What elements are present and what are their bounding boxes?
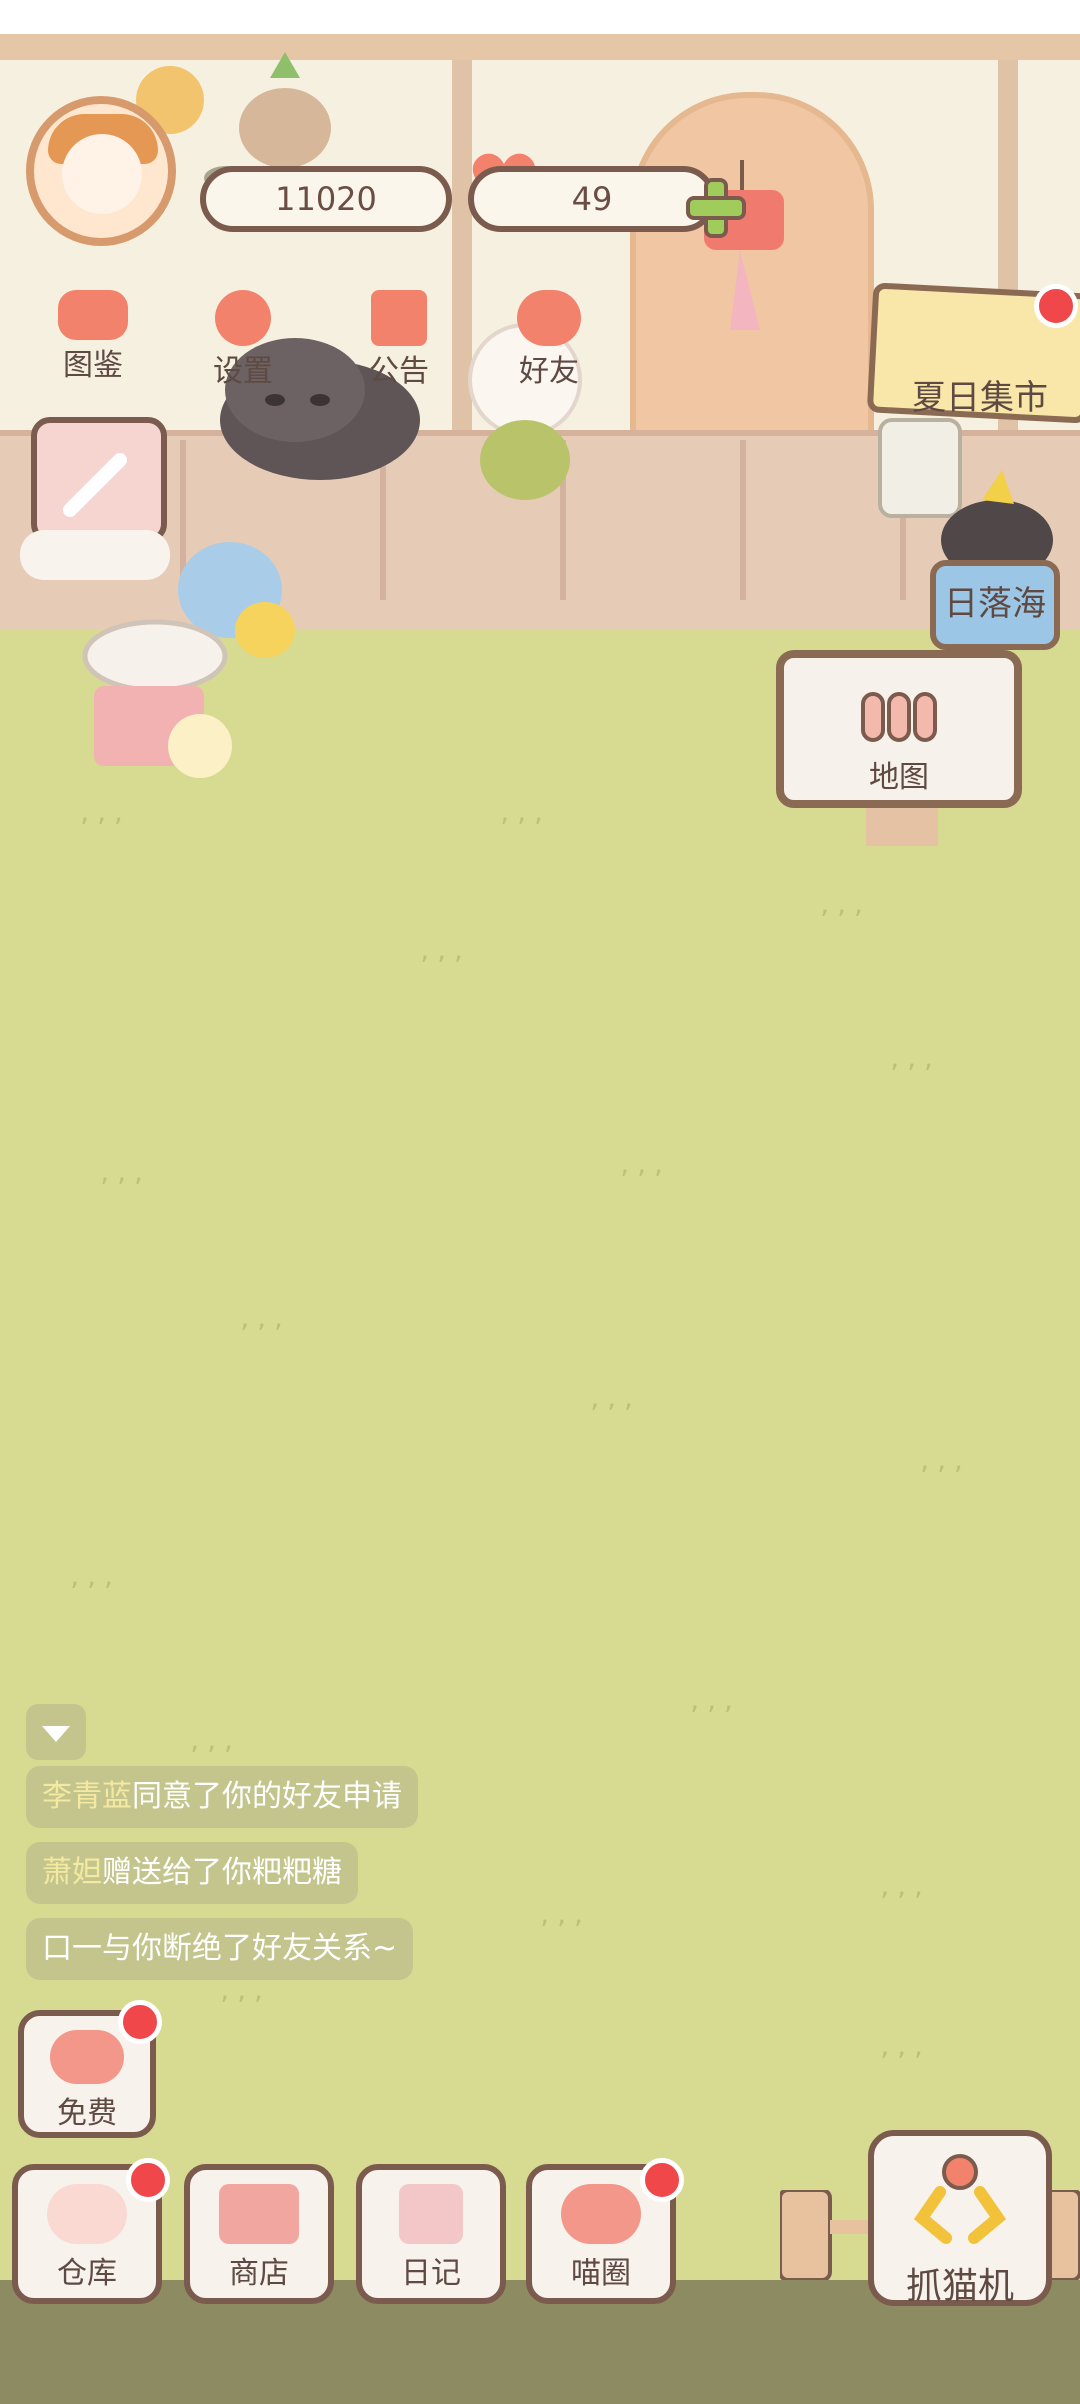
message-text: 口一与你断绝了好友关系~ bbox=[42, 1931, 398, 1966]
heart-count: 49 bbox=[571, 180, 613, 218]
grass-tuft: ʼʼʼ bbox=[920, 1460, 971, 1493]
grass-tuft: ʼʼʼ bbox=[420, 950, 471, 983]
menu-notice-button[interactable]: 公告 bbox=[344, 284, 454, 394]
grass-tuft: ʼʼʼ bbox=[500, 812, 551, 845]
grass-tuft: ʼʼʼ bbox=[620, 1164, 671, 1197]
heart-counter: 49 bbox=[468, 166, 716, 232]
claw-icon bbox=[913, 2154, 1007, 2244]
grass-tuft: ʼʼʼ bbox=[690, 1700, 741, 1733]
grass-tuft: ʼʼʼ bbox=[80, 812, 131, 845]
menu-label: 公告 bbox=[369, 354, 429, 389]
free-notification-badge bbox=[118, 2000, 162, 2044]
warehouse-notification-badge bbox=[126, 2158, 170, 2202]
diary-icon bbox=[399, 2184, 463, 2244]
grass-tuft: ʼʼʼ bbox=[240, 1318, 291, 1351]
map-label: 地图 bbox=[869, 760, 929, 795]
map-signboard[interactable]: 地图 bbox=[776, 650, 1022, 808]
grass-tuft: ʼʼʼ bbox=[890, 1058, 941, 1091]
grass-field bbox=[0, 630, 1080, 2290]
grass-tuft: ʼʼʼ bbox=[880, 2046, 931, 2079]
claw-machine-label: 抓猫机 bbox=[905, 2266, 1014, 2307]
fish-counter: 11020 bbox=[200, 166, 452, 232]
feed-collapse-button[interactable] bbox=[26, 1704, 86, 1760]
cat-circle-notification-badge bbox=[640, 2158, 684, 2202]
map-icon bbox=[861, 692, 937, 742]
feed-message: 李青蓝同意了你的好友申请 bbox=[26, 1766, 418, 1828]
menu-label: 图鉴 bbox=[63, 348, 123, 383]
chevron-down-icon bbox=[42, 1726, 70, 1742]
gift-icon bbox=[371, 290, 427, 346]
free-label: 免费 bbox=[57, 2096, 117, 2131]
warehouse-label: 仓库 bbox=[57, 2256, 117, 2291]
heart-icon bbox=[50, 2030, 124, 2084]
claw-machine-button[interactable]: 抓猫机 bbox=[868, 2130, 1052, 2307]
grass-tuft: ʼʼʼ bbox=[820, 904, 871, 937]
grass-tuft: ʼʼʼ bbox=[100, 1172, 151, 1205]
menu-settings-button[interactable]: 设置 bbox=[188, 284, 298, 394]
cotton-candy-cart[interactable] bbox=[80, 616, 240, 786]
message-text: 赠送给了你粑粑糖 bbox=[102, 1855, 342, 1890]
shop-icon bbox=[219, 2184, 299, 2244]
warehouse-icon bbox=[47, 2184, 127, 2244]
deck-plank bbox=[740, 440, 746, 600]
cat-circle-label: 喵圈 bbox=[571, 2256, 631, 2291]
diary-label: 日记 bbox=[401, 2256, 461, 2291]
market-notification-badge bbox=[1034, 284, 1078, 328]
message-text: 同意了你的好友申请 bbox=[132, 1779, 402, 1814]
cat-head-icon bbox=[58, 290, 128, 340]
message-sender[interactable]: 李青蓝 bbox=[42, 1779, 132, 1814]
menu-collection-button[interactable]: 图鉴 bbox=[38, 284, 148, 394]
shop-label: 商店 bbox=[229, 2256, 289, 2291]
menu-label: 设置 bbox=[213, 354, 273, 389]
message-sender[interactable]: 萧妲 bbox=[42, 1855, 102, 1890]
player-avatar[interactable] bbox=[26, 96, 176, 246]
calendar-icon[interactable] bbox=[10, 410, 180, 590]
gear-icon bbox=[215, 290, 271, 346]
grass-tuft: ʼʼʼ bbox=[220, 1990, 271, 2023]
grass-tuft: ʼʼʼ bbox=[70, 1576, 121, 1609]
status-strip bbox=[0, 0, 1080, 36]
avatar-face bbox=[62, 134, 142, 214]
friends-icon bbox=[517, 290, 581, 346]
menu-friends-button[interactable]: 好友 bbox=[494, 284, 604, 394]
add-hearts-button[interactable] bbox=[686, 178, 746, 238]
sunset-sea-label: 日落海 bbox=[944, 584, 1046, 624]
feed-message: 口一与你断绝了好友关系~ bbox=[26, 1918, 414, 1980]
grass-tuft: ʼʼʼ bbox=[540, 1914, 591, 1947]
feed-message: 萧妲赠送给了你粑粑糖 bbox=[26, 1842, 358, 1904]
planet-cat-icon bbox=[561, 2184, 641, 2244]
sunset-sea-button[interactable]: 日落海 bbox=[930, 560, 1060, 650]
grass-tuft: ʼʼʼ bbox=[880, 1886, 931, 1919]
menu-label: 好友 bbox=[519, 354, 579, 389]
summer-market-label[interactable]: 夏日集市 bbox=[880, 370, 1080, 419]
fish-count: 11020 bbox=[275, 180, 377, 218]
diary-button[interactable]: 日记 bbox=[356, 2164, 506, 2304]
shop-button[interactable]: 商店 bbox=[184, 2164, 334, 2304]
grass-tuft: ʼʼʼ bbox=[590, 1398, 641, 1431]
